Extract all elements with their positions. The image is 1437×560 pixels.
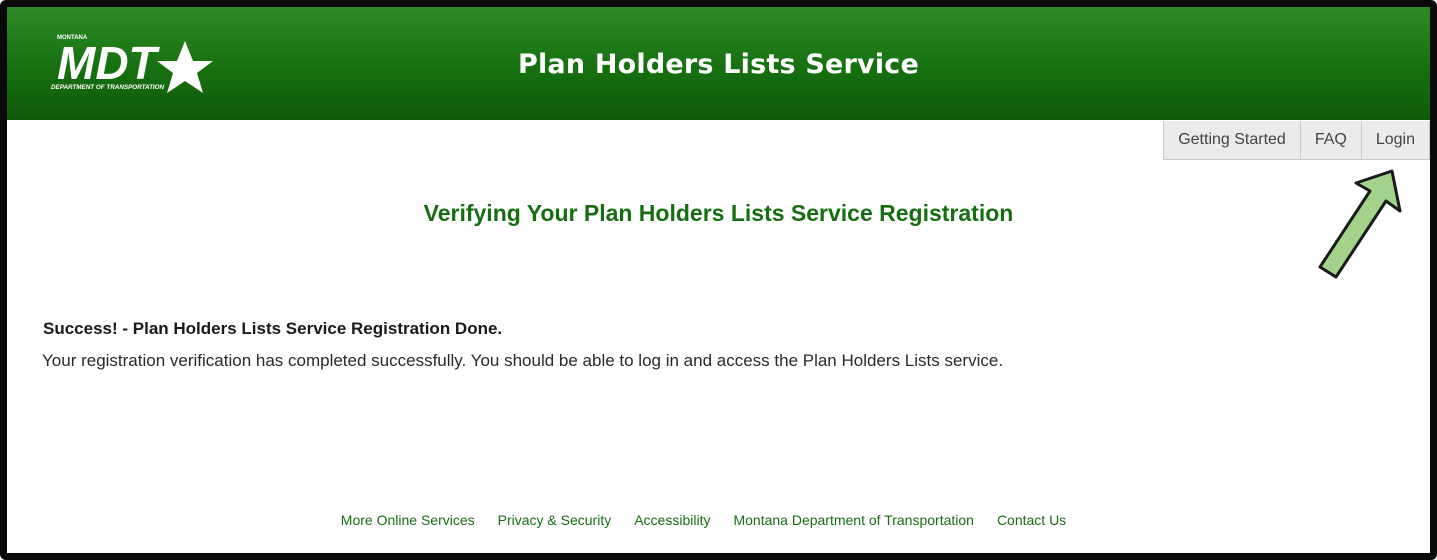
footer-link-more-online-services[interactable]: More Online Services: [341, 512, 475, 528]
success-message: Your registration verification has compl…: [42, 351, 1004, 370]
logo-sub-text: DEPARTMENT OF TRANSPORTATION: [51, 84, 165, 91]
footer-link-accessibility[interactable]: Accessibility: [634, 512, 710, 528]
footer-link-contact-us[interactable]: Contact Us: [997, 512, 1066, 528]
footer-links: More Online Services Privacy & Security …: [7, 512, 1430, 528]
footer-link-mdt[interactable]: Montana Department of Transportation: [733, 512, 973, 528]
nav-login[interactable]: Login: [1361, 121, 1430, 160]
site-header: MONTANA MDT DEPARTMENT OF TRANSPORTATION…: [7, 7, 1430, 120]
top-nav: Getting Started FAQ Login: [1163, 121, 1430, 160]
success-title: Success! - Plan Holders Lists Service Re…: [43, 319, 503, 338]
page-heading: Verifying Your Plan Holders Lists Servic…: [423, 200, 1014, 226]
nav-getting-started[interactable]: Getting Started: [1163, 121, 1301, 160]
footer-link-privacy-security[interactable]: Privacy & Security: [498, 512, 612, 528]
browser-frame: MONTANA MDT DEPARTMENT OF TRANSPORTATION…: [0, 0, 1437, 560]
site-title: Plan Holders Lists Service: [517, 49, 920, 80]
nav-faq[interactable]: FAQ: [1300, 121, 1362, 160]
